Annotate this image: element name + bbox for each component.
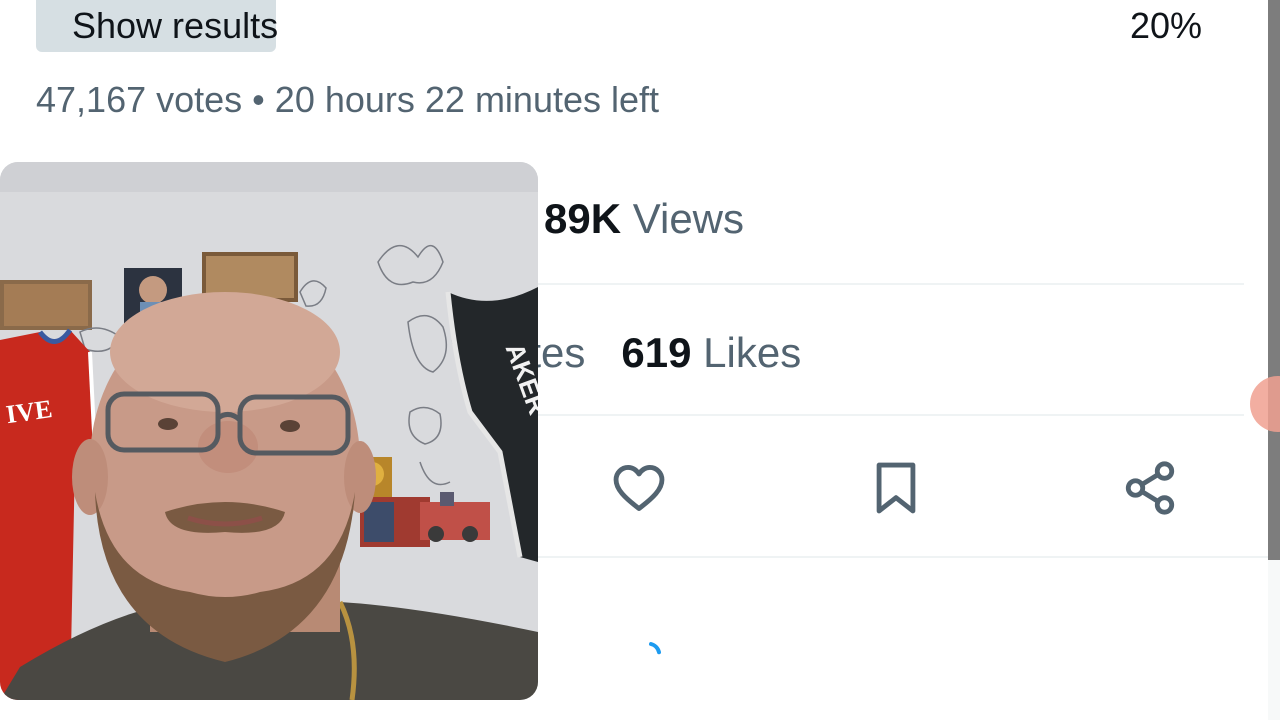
poll-option-percent: 20%: [1129, 5, 1202, 46]
scrollbar-thumb[interactable]: [1268, 0, 1280, 560]
poll-time-left: 20 hours 22 minutes left: [274, 79, 660, 120]
views-label: Views: [632, 195, 745, 242]
heart-icon: [613, 465, 665, 511]
views-count: 89K: [544, 195, 622, 242]
poll-option-show-results[interactable]: Show results 20%: [36, 0, 1202, 52]
poll-option-label: Show results: [72, 5, 279, 46]
likes-label[interactable]: Likes: [703, 329, 801, 376]
poll-votes: 47,167 votes: [36, 79, 243, 120]
poll-meta: 47,167 votes • 20 hours 22 minutes left: [36, 82, 659, 118]
bookmark-button[interactable]: [866, 458, 926, 518]
bookmark-icon: [876, 462, 916, 514]
share-button[interactable]: [1120, 458, 1180, 518]
webcam-feed-image: IVE AKER: [0, 162, 538, 700]
webcam-overlay: IVE AKER: [0, 162, 538, 700]
poll-separator: •: [252, 79, 265, 120]
share-icon: [1125, 461, 1175, 515]
loading-spinner-icon: [649, 642, 662, 667]
views-stat[interactable]: 89K Views: [544, 198, 744, 240]
like-button[interactable]: [609, 458, 669, 518]
touch-indicator: [1250, 376, 1280, 432]
likes-count[interactable]: 619: [621, 329, 691, 376]
